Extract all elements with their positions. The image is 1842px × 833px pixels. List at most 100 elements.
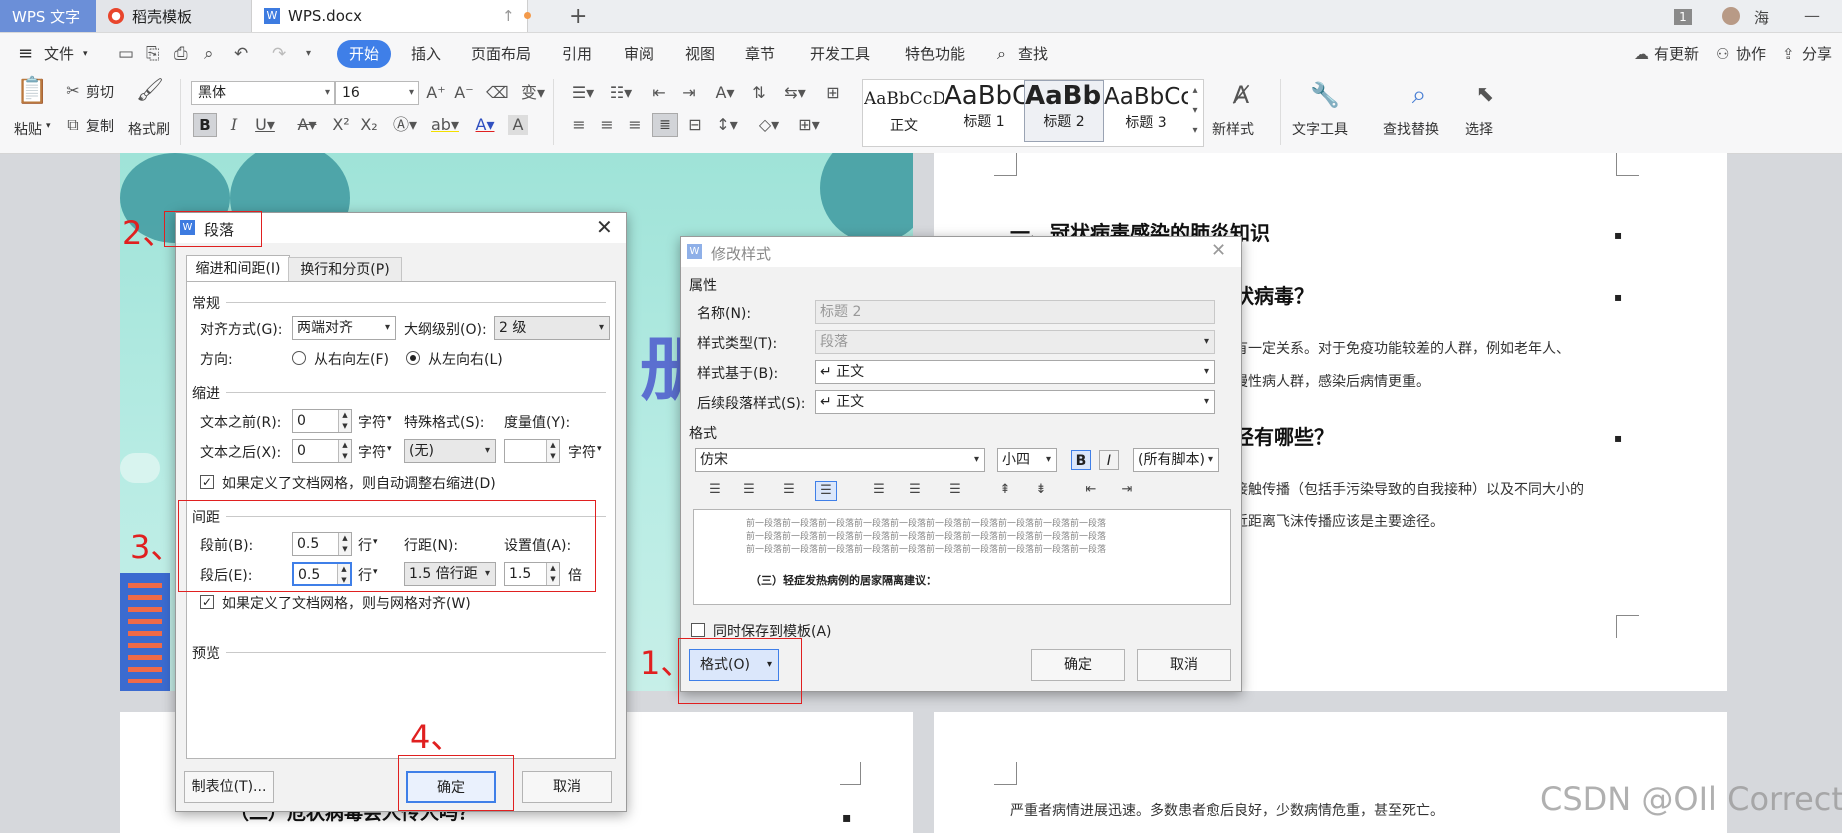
find-replace-icon[interactable]: ⌕ [1404, 79, 1434, 111]
export-pdf-icon[interactable]: ⎘ [146, 33, 160, 75]
paste-icon[interactable]: 📋 [16, 78, 48, 111]
outline-level-select[interactable]: 2 级 ▾ [494, 316, 610, 340]
new-style-label[interactable]: 新样式 [1212, 119, 1254, 139]
cancel-button[interactable]: 取消 [522, 771, 612, 803]
space-after-icon[interactable]: ⇟ [1031, 481, 1051, 499]
close-icon[interactable]: ✕ [1211, 240, 1226, 261]
italic-toggle[interactable]: I [1099, 450, 1119, 470]
special-format-select[interactable]: (无) ▾ [404, 439, 496, 463]
doc-paragraph-bottom-right[interactable]: 严重者病情进展迅速。多数患者愈后良好，少数病情危重，甚至死亡。 [1010, 800, 1444, 820]
char-shading-icon[interactable]: A [508, 115, 528, 135]
font-select[interactable]: 仿宋 ▾ [695, 448, 985, 472]
quick-access-dropdown-icon[interactable]: ▾ [306, 33, 311, 75]
align-center-icon[interactable]: ☰ [739, 481, 759, 499]
menu-chapter[interactable]: 章节 [745, 33, 775, 75]
paste-label[interactable]: 粘贴 [14, 119, 42, 139]
pin-icon[interactable]: ↑ [502, 7, 515, 25]
phonetic-icon[interactable]: 变▾ [518, 83, 548, 103]
tab-line-page-break[interactable]: 换行和分页(P) [288, 257, 402, 283]
auto-indent-label[interactable]: 如果定义了文档网格，则自动调整右缩进(D) [222, 473, 496, 493]
numbering-icon[interactable]: ☷▾ [606, 83, 636, 103]
menu-collab[interactable]: 协作 [1736, 33, 1766, 75]
distributed-icon[interactable]: ⊟ [684, 115, 706, 135]
menu-update[interactable]: 有更新 [1654, 33, 1699, 75]
script-select[interactable]: (所有脚本) ▾ [1133, 448, 1219, 472]
ok-button[interactable]: 确定 [1031, 649, 1125, 681]
file-dropdown-icon[interactable]: ▾ [83, 33, 88, 75]
tab-wps-app[interactable]: WPS 文字 [0, 0, 96, 32]
unit-dropdown-icon[interactable]: ▾ [597, 444, 602, 454]
highlight-icon[interactable]: ab▾ [430, 115, 460, 135]
font-name-combo[interactable]: 黑体 ▾ [191, 81, 335, 105]
font-size-combo[interactable]: 16 ▾ [335, 81, 419, 105]
double-spacing-icon[interactable]: ☰ [945, 481, 965, 499]
ltr-radio[interactable] [406, 351, 420, 365]
grid-align-label[interactable]: 如果定义了文档网格，则与网格对齐(W) [222, 593, 471, 613]
align-left-icon[interactable]: ☰ [705, 481, 725, 499]
paste-dropdown-icon[interactable]: ▾ [46, 121, 51, 131]
font-color-icon[interactable]: A▾ [470, 115, 500, 135]
spinner-icon[interactable]: ▲ ▼ [546, 440, 559, 462]
measure-input[interactable]: ▲ ▼ [504, 439, 560, 463]
justify-icon[interactable]: ☰ [815, 481, 837, 501]
line-spacing-icon[interactable]: ↕▾ [712, 115, 742, 135]
char-unit-label[interactable]: 字符 [358, 442, 386, 462]
avatar[interactable] [1722, 7, 1740, 25]
menu-search[interactable]: 查找 [1018, 33, 1048, 75]
before-text-input[interactable]: 0 ▲ ▼ [292, 409, 352, 433]
underline-icon[interactable]: U▾ [250, 115, 280, 135]
increase-indent-icon[interactable]: ⇥ [678, 83, 700, 103]
print-preview-icon[interactable]: ⌕ [204, 33, 214, 75]
space-before-icon[interactable]: ⇞ [995, 481, 1015, 499]
style-normal[interactable]: AaBbCcDc 正文 [864, 81, 944, 143]
menu-features[interactable]: 特色功能 [905, 33, 965, 75]
style-heading2[interactable]: AaBb( 标题 2 [1024, 80, 1104, 142]
doc-paragraph-2a[interactable]: 接触传播（包括手污染导致的自我接种）以及不同大小的 [1234, 479, 1584, 499]
align-left-icon[interactable]: ≡ [568, 115, 590, 135]
show-marks-icon[interactable]: ⊞ [822, 83, 844, 103]
spinner-icon[interactable]: ▲ ▼ [338, 410, 351, 432]
char-unit-label[interactable]: 字符 [568, 442, 596, 462]
char-scale-icon[interactable]: ⇆▾ [780, 83, 810, 103]
doc-heading-2[interactable]: 状病毒？ [1234, 280, 1314, 309]
tab-indent-spacing[interactable]: 缩进和间距(I) [186, 255, 290, 282]
rtl-radio[interactable] [292, 351, 306, 365]
bullets-icon[interactable]: ☰▾ [568, 83, 598, 103]
doc-paragraph-1a[interactable]: 有一定关系。对于免疫功能较差的人群，例如老年人、 [1234, 338, 1570, 358]
shrink-font-icon[interactable]: A⁻ [454, 83, 474, 103]
next-style-select[interactable]: ↵ 正文 ▾ [815, 390, 1215, 414]
indent-icon[interactable]: ⇥ [1117, 481, 1137, 499]
menu-review[interactable]: 审阅 [624, 33, 654, 75]
menu-share[interactable]: 分享 [1802, 33, 1832, 75]
subscript-icon[interactable]: X₂ [358, 115, 380, 135]
align-right-icon[interactable]: ≡ [624, 115, 646, 135]
tab-template[interactable]: ● 稻壳模板 [96, 0, 252, 32]
select-label[interactable]: 选择 [1465, 119, 1493, 139]
superscript-icon[interactable]: X² [330, 115, 352, 135]
menu-developer[interactable]: 开发工具 [810, 33, 870, 75]
redo-icon[interactable]: ↷ [272, 33, 286, 75]
clear-format-icon[interactable]: ⌫ [486, 83, 509, 103]
cut-button[interactable]: 剪切 [86, 82, 114, 102]
tab-document[interactable]: W WPS.docx ↑ [252, 0, 531, 32]
one-half-spacing-icon[interactable]: ☰ [905, 481, 925, 499]
menu-file[interactable]: 文件 [44, 33, 74, 75]
new-tab-button[interactable]: + [565, 0, 595, 32]
minimize-icon[interactable]: — [1804, 6, 1820, 25]
find-replace-label[interactable]: 查找替换 [1383, 119, 1439, 139]
bold-toggle[interactable]: B [1071, 450, 1091, 470]
close-icon[interactable]: ✕ [596, 215, 613, 239]
grid-align-checkbox[interactable]: ✓ [200, 595, 214, 609]
spinner-icon[interactable]: ▲ ▼ [338, 440, 351, 462]
menu-references[interactable]: 引用 [562, 33, 592, 75]
borders-icon[interactable]: ⊞▾ [794, 115, 824, 135]
italic-icon[interactable]: I [224, 115, 244, 135]
hamburger-icon[interactable]: ≡ [18, 33, 33, 75]
single-spacing-icon[interactable]: ☰ [869, 481, 889, 499]
style-heading3[interactable]: AaBbCc 标题 3 [1104, 81, 1188, 143]
decrease-indent-icon[interactable]: ⇤ [648, 83, 670, 103]
menu-page-layout[interactable]: 页面布局 [471, 33, 531, 75]
format-painter-icon[interactable]: 🖌 [136, 80, 164, 102]
user-name[interactable]: 海 [1754, 7, 1769, 28]
align-center-icon[interactable]: ≡ [596, 115, 618, 135]
